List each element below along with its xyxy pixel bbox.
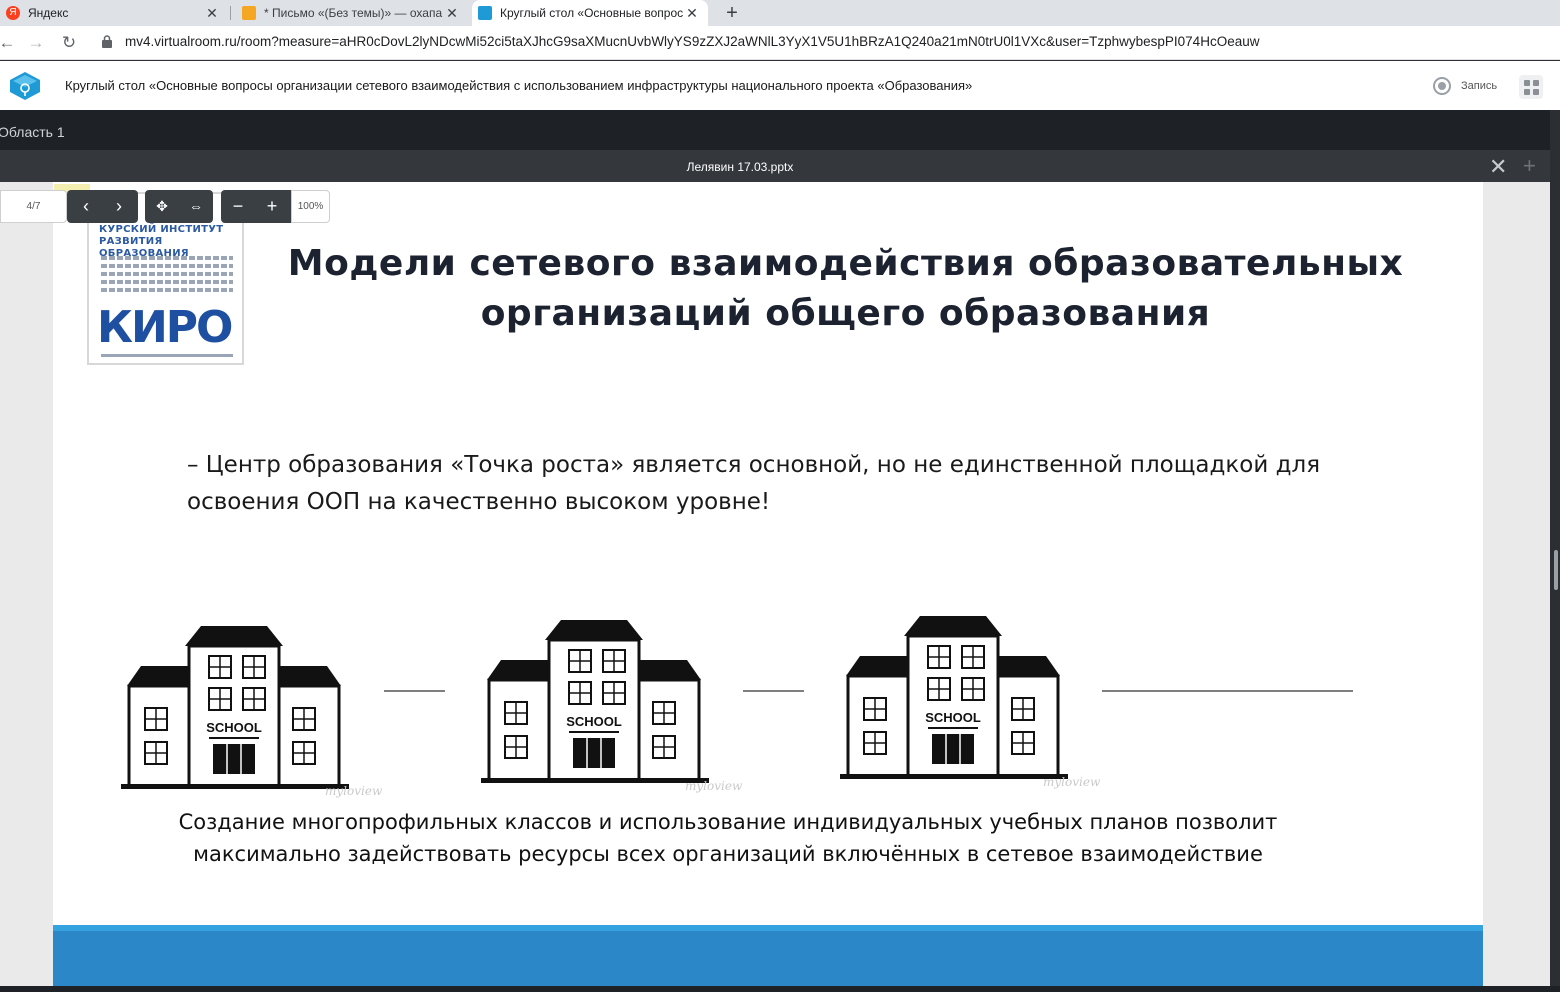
stock-watermark: myloview — [685, 779, 743, 793]
school-wing — [846, 674, 912, 778]
zoom-level[interactable]: 100% — [291, 190, 330, 223]
school-door — [932, 734, 974, 764]
browser-tab-virtualroom[interactable]: Круглый стол «Основные вопрос ✕ — [472, 0, 708, 26]
school-ground — [481, 778, 709, 783]
tab-separator — [230, 6, 231, 20]
zoom-group: − + — [221, 190, 291, 223]
fit-width-icon[interactable]: ⇔ — [179, 190, 213, 223]
school-roof — [996, 656, 1060, 676]
school-building: SCHOOL — [121, 626, 349, 789]
school-label: SCHOOL — [206, 720, 262, 735]
browser-tab-strip: Я Яндекс ✕ * Письмо «(Без темы)» — охапа… — [0, 0, 1560, 26]
close-tab-icon[interactable]: ✕ — [684, 5, 700, 22]
school-wing — [127, 684, 193, 788]
lock-icon — [102, 35, 112, 48]
address-bar-url[interactable]: mv4.virtualroom.ru/room?measure=aHR0cDov… — [125, 34, 1259, 49]
logo-underline — [101, 354, 233, 357]
school-roof — [637, 660, 701, 680]
record-button[interactable]: Запись — [1433, 77, 1497, 95]
schools-illustration: SCHOOL SCHOOL SCHOOL myloview myloview mylovi… — [121, 616, 1353, 798]
school-label: SCHOOL — [566, 714, 622, 729]
mail-icon — [242, 6, 256, 20]
close-tab-icon[interactable]: ✕ — [444, 5, 460, 22]
school-wing — [487, 678, 553, 782]
record-icon — [1433, 77, 1451, 95]
reload-icon[interactable]: ↻ — [58, 32, 80, 54]
stock-watermark: myloview — [1043, 775, 1101, 789]
school-wing — [275, 684, 341, 788]
scrollbar-thumb[interactable] — [1554, 550, 1558, 590]
page-bottom-edge — [0, 986, 1560, 992]
yandex-icon: Я — [6, 6, 20, 20]
zoom-out-icon[interactable]: − — [221, 190, 255, 223]
new-tab-button[interactable]: + — [720, 0, 744, 26]
school-door — [573, 738, 615, 768]
apps-grid-button[interactable] — [1519, 75, 1543, 99]
slide-body-text: – Центр образования «Точка роста» являет… — [187, 452, 1321, 515]
fit-page-icon[interactable]: ✥ — [145, 190, 179, 223]
browser-tab-yandex[interactable]: Я Яндекс ✕ — [0, 0, 228, 26]
school-roof — [904, 616, 1002, 636]
grid-cell — [1533, 89, 1539, 95]
school-roof — [127, 666, 189, 686]
forward-arrow-icon[interactable]: → — [25, 32, 47, 54]
school-building: SCHOOL — [840, 616, 1068, 779]
school-ground — [840, 774, 1068, 779]
slide-caption-line1: Создание многопрофильных классов и испол… — [178, 810, 1278, 834]
back-arrow-icon[interactable]: ← — [0, 32, 18, 54]
area-bar: Область 1 — [0, 110, 1560, 150]
school-ground — [121, 784, 349, 789]
slide-title-line1: Модели сетевого взаимодействия образоват… — [287, 243, 1404, 284]
file-name: Лелявин 17.03.pptx — [686, 160, 794, 174]
school-door — [213, 744, 255, 774]
file-tab-bar: Лелявин 17.03.pptx ✕ + — [0, 150, 1550, 182]
logo-text-line1: КУРСКИЙ ИНСТИТУТ — [99, 224, 224, 235]
close-tab-icon[interactable]: ✕ — [204, 5, 220, 22]
grid-cell — [1524, 80, 1530, 86]
slide-title-line2: организаций общего образования — [480, 293, 1211, 334]
app-header: Круглый стол «Основные вопросы организац… — [0, 61, 1560, 110]
school-building: SCHOOL — [481, 620, 709, 783]
stock-watermark: myloview — [325, 784, 383, 798]
logo-word: КИРО — [97, 302, 233, 353]
grid-cell — [1533, 80, 1539, 86]
slide-caption: Создание многопрофильных классов и испол… — [123, 806, 1333, 870]
grid-cell — [1524, 89, 1530, 95]
school-wing — [994, 674, 1060, 778]
meeting-title: Круглый стол «Основные вопросы организац… — [65, 78, 973, 93]
slide-footer-band — [53, 925, 1483, 986]
browser-toolbar: ← → ↻ mv4.virtualroom.ru/room?measure=aH… — [0, 26, 1560, 60]
page-nav-group: ‹ › — [67, 190, 138, 223]
add-file-icon[interactable]: + — [1523, 153, 1536, 179]
school-roof — [487, 660, 549, 680]
area-label: Область 1 — [0, 124, 65, 140]
virtualroom-icon — [478, 6, 492, 20]
slide-caption-line2: максимально задействовать ресурсы всех о… — [193, 842, 1263, 866]
school-roof — [846, 656, 908, 676]
school-roof — [545, 620, 643, 640]
tab-title: * Письмо «(Без темы)» — охапа — [264, 6, 443, 20]
school-wing — [635, 678, 701, 782]
presentation-slide: КУРСКИЙ ИНСТИТУТ РАЗВИТИЯ ОБРАЗОВАНИЯ КИ… — [53, 182, 1483, 986]
tab-title: Круглый стол «Основные вопрос — [500, 6, 684, 20]
zoom-in-icon[interactable]: + — [255, 190, 289, 223]
close-file-icon[interactable]: ✕ — [1489, 154, 1507, 180]
tab-title: Яндекс — [28, 6, 69, 20]
prev-page-icon[interactable]: ‹ — [69, 190, 103, 223]
browser-tab-mail[interactable]: * Письмо «(Без темы)» — охапа ✕ — [236, 0, 468, 26]
school-roof — [185, 626, 283, 646]
next-page-icon[interactable]: › — [102, 190, 136, 223]
slide-title: Модели сетевого взаимодействия образоват… — [213, 239, 1478, 339]
virtualroom-logo-icon — [10, 72, 40, 100]
school-label: SCHOOL — [925, 710, 981, 725]
page-indicator[interactable]: 4/7 — [0, 190, 67, 223]
fit-group: ✥ ⇔ — [145, 190, 213, 223]
record-label: Запись — [1461, 80, 1498, 92]
school-roof — [277, 666, 341, 686]
